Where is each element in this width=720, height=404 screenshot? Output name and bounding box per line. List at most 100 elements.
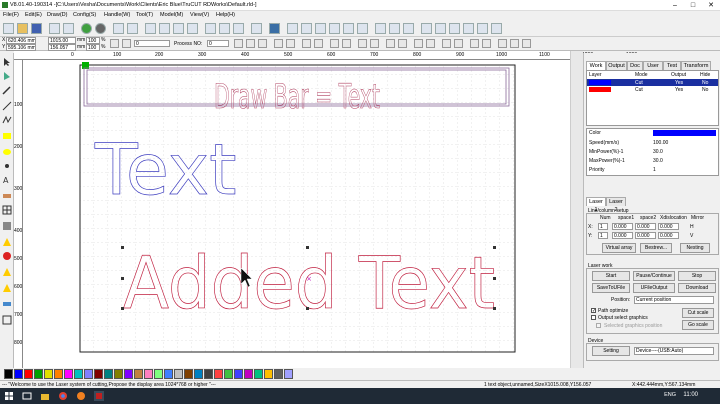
- palette-swatch[interactable]: [164, 369, 173, 379]
- firefox-icon[interactable]: [76, 391, 86, 401]
- palette-swatch[interactable]: [84, 369, 93, 379]
- palette-swatch[interactable]: [24, 369, 33, 379]
- monitor-icon[interactable]: [269, 23, 280, 34]
- close-curve-icon[interactable]: [2, 283, 12, 293]
- menu-draw[interactable]: Draw(D): [47, 12, 67, 18]
- distribute-v-icon[interactable]: [435, 23, 446, 34]
- prop-priority-value[interactable]: 1: [653, 167, 656, 173]
- selected-pos-checkbox[interactable]: [596, 323, 601, 328]
- arr-x-space2[interactable]: 0.000: [635, 223, 656, 230]
- t2-tool-2-icon[interactable]: [246, 39, 255, 48]
- chrome-icon[interactable]: [58, 391, 68, 401]
- align-top-icon[interactable]: [315, 23, 326, 34]
- t2-tool-3-icon[interactable]: [258, 39, 267, 48]
- t2-tool-6-icon[interactable]: [302, 39, 311, 48]
- layer-output[interactable]: Yes: [675, 80, 683, 86]
- palette-swatch[interactable]: [264, 369, 273, 379]
- menu-help[interactable]: Help(H): [216, 12, 235, 18]
- palette-swatch[interactable]: [114, 369, 123, 379]
- group-icon[interactable]: [449, 23, 460, 34]
- draw-bar-text[interactable]: Draw Bar = Text: [214, 77, 381, 118]
- import-icon[interactable]: [49, 23, 60, 34]
- ungroup-icon[interactable]: [463, 23, 474, 34]
- line-icon[interactable]: [2, 101, 12, 111]
- open-file-icon[interactable]: [17, 23, 28, 34]
- process-no-field[interactable]: 0: [207, 40, 229, 47]
- tab-user[interactable]: User: [643, 61, 663, 70]
- go-scale-button[interactable]: Go scale: [682, 320, 714, 330]
- layer-hide[interactable]: No: [702, 87, 708, 93]
- save-file-icon[interactable]: [31, 23, 42, 34]
- language-indicator[interactable]: ENG: [664, 392, 676, 398]
- lock-ratio-icon[interactable]: [110, 39, 119, 48]
- new-file-icon[interactable]: [3, 23, 14, 34]
- t2-tool-13-icon[interactable]: [398, 39, 407, 48]
- palette-swatch[interactable]: [64, 369, 73, 379]
- dot-icon[interactable]: [2, 161, 12, 171]
- menu-config[interactable]: Config(S): [73, 12, 96, 18]
- tab-work[interactable]: Work: [586, 61, 606, 70]
- rotate-icon[interactable]: [251, 23, 262, 34]
- save-to-ufile-button[interactable]: SaveToUFile: [592, 283, 630, 293]
- palette-swatch[interactable]: [274, 369, 283, 379]
- text-object-red[interactable]: Added Text: [123, 241, 496, 326]
- distribute-h-icon[interactable]: [421, 23, 432, 34]
- size-x-field[interactable]: 1015.00: [48, 37, 76, 44]
- palette-swatch[interactable]: [184, 369, 193, 379]
- tab-laser-1[interactable]: Laser 1: [586, 197, 606, 213]
- palette-swatch[interactable]: [154, 369, 163, 379]
- t2-tool-5-icon[interactable]: [286, 39, 295, 48]
- download-button[interactable]: Download: [678, 283, 716, 293]
- palette-swatch[interactable]: [144, 369, 153, 379]
- maximize-button[interactable]: □: [684, 0, 702, 11]
- path-optimize-checkbox[interactable]: ✓: [591, 308, 596, 314]
- arr-y-disloc[interactable]: 0.000: [658, 232, 679, 239]
- arr-y-mirror[interactable]: V: [690, 233, 693, 239]
- scale-x-field[interactable]: 100: [86, 37, 100, 44]
- prop-speed-value[interactable]: 100.00: [653, 140, 668, 146]
- t2-tool-7-icon[interactable]: [314, 39, 323, 48]
- tab-laser-2[interactable]: Laser 2: [606, 197, 626, 213]
- layer-output[interactable]: Yes: [675, 87, 683, 93]
- design-canvas[interactable]: Draw Bar = Text Text Added Text ×: [23, 60, 570, 368]
- palette-swatch[interactable]: [134, 369, 143, 379]
- t2-tool-12-icon[interactable]: [386, 39, 395, 48]
- rectangle-icon[interactable]: [2, 131, 12, 141]
- arr-x-disloc[interactable]: 0.000: [658, 223, 679, 230]
- nesting-button[interactable]: Nesting: [680, 243, 710, 253]
- close-button[interactable]: ✕: [702, 0, 720, 11]
- t2-tool-1-icon[interactable]: [234, 39, 243, 48]
- t2-tool-19-icon[interactable]: [482, 39, 491, 48]
- pen-icon[interactable]: [2, 85, 12, 95]
- ellipse-icon[interactable]: [2, 147, 12, 157]
- clock[interactable]: 11:00: [683, 392, 698, 398]
- position-select[interactable]: Current position: [634, 296, 714, 304]
- palette-swatch[interactable]: [194, 369, 203, 379]
- arr-y-space1[interactable]: 0.000: [612, 232, 633, 239]
- pan-icon[interactable]: [205, 23, 216, 34]
- t2-tool-4-icon[interactable]: [274, 39, 283, 48]
- palette-swatch[interactable]: [4, 369, 13, 379]
- eraser-icon[interactable]: [2, 191, 12, 201]
- mirror-v-icon[interactable]: [233, 23, 244, 34]
- array-icon[interactable]: [477, 23, 488, 34]
- redo-icon[interactable]: [127, 23, 138, 34]
- minimize-button[interactable]: –: [666, 0, 684, 11]
- bestrew-button[interactable]: Bestrew...: [640, 243, 672, 253]
- virtual-array-button[interactable]: Virtual array: [602, 243, 636, 253]
- same-width-icon[interactable]: [375, 23, 386, 34]
- tab-transform[interactable]: Transform: [681, 61, 711, 70]
- page-align-icon[interactable]: [491, 23, 502, 34]
- align-bottom-icon[interactable]: [329, 23, 340, 34]
- stop-button[interactable]: Stop: [678, 271, 716, 281]
- prop-minpower-value[interactable]: 30.0: [653, 149, 663, 155]
- task-view-icon[interactable]: [22, 391, 32, 401]
- arr-x-mirror[interactable]: H: [690, 224, 694, 230]
- tab-test[interactable]: Test: [663, 61, 681, 70]
- palette-swatch[interactable]: [284, 369, 293, 379]
- tab-output[interactable]: Output: [606, 61, 627, 70]
- t2-tool-17-icon[interactable]: [454, 39, 463, 48]
- palette-swatch[interactable]: [94, 369, 103, 379]
- align-center-v-icon[interactable]: [357, 23, 368, 34]
- palette-swatch[interactable]: [224, 369, 233, 379]
